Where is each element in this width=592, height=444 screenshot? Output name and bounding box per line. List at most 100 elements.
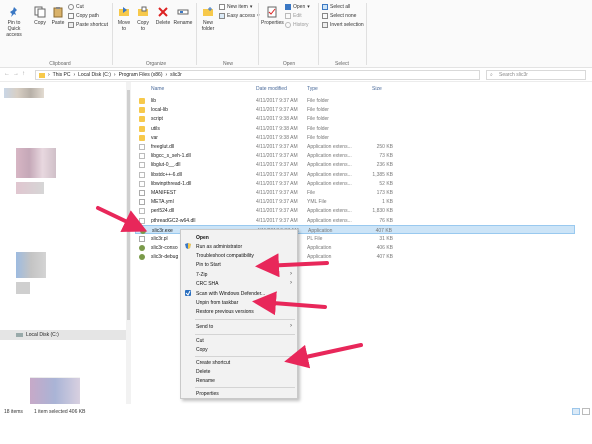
menu-item-unpin-taskbar[interactable]: Unpin from taskbar xyxy=(181,298,297,307)
move-to-button[interactable]: Move to xyxy=(116,6,132,32)
path-input[interactable]: › This PC › Local Disk (C:) › Program Fi… xyxy=(35,70,480,80)
file-row[interactable]: libglut-0__.dll 4/11/2017 9:37 AM Applicat… xyxy=(135,160,575,169)
file-size: 173 KB xyxy=(376,190,393,196)
search-input[interactable]: ⌕ Search slic3r xyxy=(486,70,586,80)
details-view-button[interactable] xyxy=(572,408,580,415)
menu-item-copy[interactable]: Copy xyxy=(181,345,297,354)
breadcrumb-this-pc[interactable]: This PC xyxy=(53,72,71,78)
file-row[interactable]: freeglut.dll 4/11/2017 9:37 AM Application… xyxy=(135,142,575,151)
menu-item-crc-sha[interactable]: CRC SHA › xyxy=(181,279,297,288)
ribbon-divider xyxy=(112,3,113,65)
nav-scrollbar-thumb[interactable] xyxy=(127,90,130,320)
file-type: Application extens... xyxy=(307,180,352,187)
file-row[interactable]: libgcc_s_seh-1.dll 4/11/2017 9:37 AM Appli… xyxy=(135,151,575,160)
ribbon-divider xyxy=(258,3,259,65)
forward-arrow-icon[interactable]: → xyxy=(13,71,19,77)
menu-item-7zip[interactable]: 7-Zip › xyxy=(181,270,297,279)
open-group-label: Open xyxy=(282,61,296,67)
new-folder-button[interactable]: New folder xyxy=(199,6,217,32)
folder-icon xyxy=(139,116,145,123)
file-row[interactable]: var 4/11/2017 9:38 AM File folder xyxy=(135,133,575,142)
menu-item-troubleshoot[interactable]: Troubleshoot compatibility xyxy=(181,251,297,260)
column-date[interactable]: Date modified xyxy=(256,86,287,92)
open-button[interactable]: Open ▾ xyxy=(285,4,310,10)
copy-button[interactable]: Copy xyxy=(32,6,48,26)
column-type[interactable]: Type xyxy=(307,86,318,92)
copy-path-button[interactable]: Copy path xyxy=(68,13,99,19)
menu-item-send-to[interactable]: Send to › xyxy=(181,322,297,331)
menu-item-restore-versions[interactable]: Restore previous versions xyxy=(181,307,297,316)
menu-item-rename[interactable]: Rename xyxy=(181,376,297,385)
menu-item-cut[interactable]: Cut xyxy=(181,336,297,345)
file-date: 4/11/2017 9:37 AM xyxy=(256,199,298,206)
up-arrow-icon[interactable]: ↑ xyxy=(22,71,25,77)
new-item-button[interactable]: New item ▾ xyxy=(219,4,252,10)
file-row[interactable]: perl524.dll 4/11/2017 9:37 AM Application … xyxy=(135,206,575,215)
file-size: 52 KB xyxy=(379,180,393,187)
clipboard-group-label: Clipboard xyxy=(49,61,71,67)
chevron-down-icon: ▾ xyxy=(249,4,253,10)
pin-quick-access-button[interactable]: Pin to Quick access xyxy=(3,6,25,38)
paste-icon xyxy=(53,7,63,18)
properties-button[interactable]: Properties xyxy=(261,6,284,26)
paste-button[interactable]: Paste xyxy=(50,6,66,26)
breadcrumb-slic3r[interactable]: slic3r xyxy=(170,72,182,78)
copy-path-icon xyxy=(68,13,74,19)
copy-path-label: Copy path xyxy=(76,13,99,19)
menu-item-pin-to-start[interactable]: Pin to Start xyxy=(181,260,297,269)
menu-item-run-as-admin[interactable]: Run as administrator xyxy=(181,242,297,251)
blurred-region xyxy=(16,282,30,294)
menu-item-scan-defender[interactable]: Scan with Windows Defender... xyxy=(181,289,297,298)
file-row[interactable]: libstdc++-6.dll 4/11/2017 9:37 AM Applicat… xyxy=(135,170,575,179)
menu-item-properties[interactable]: Properties xyxy=(181,389,297,398)
edit-button[interactable]: Edit xyxy=(285,13,302,19)
chevron-right-icon: › xyxy=(48,72,50,78)
file-row[interactable]: META.yml 4/11/2017 9:37 AM YML File 1 KB xyxy=(135,197,575,206)
new-folder-label: New folder xyxy=(201,20,215,32)
dll-file-icon xyxy=(139,162,145,169)
menu-item-delete[interactable]: Delete xyxy=(181,367,297,376)
file-type: Application extens... xyxy=(307,144,352,150)
file-date: 4/11/2017 9:37 AM xyxy=(256,180,298,187)
select-none-button[interactable]: Select none xyxy=(322,13,356,19)
file-row[interactable]: utils 4/11/2017 9:38 AM File folder xyxy=(135,124,575,133)
delete-button[interactable]: Delete xyxy=(154,6,172,26)
breadcrumb-program-files[interactable]: Program Files (x86) xyxy=(119,72,163,78)
file-type: File xyxy=(307,190,316,196)
invert-selection-button[interactable]: Invert selection xyxy=(322,22,364,28)
address-bar: ← → ↑ › This PC › Local Disk (C:) › Prog… xyxy=(0,68,592,82)
copy-to-button[interactable]: Copy to xyxy=(135,6,151,32)
file-type: PL File xyxy=(307,236,323,242)
rename-button[interactable]: Rename xyxy=(173,6,193,26)
file-row[interactable]: MANIFEST 4/11/2017 9:37 AM File 173 KB xyxy=(135,188,575,197)
menu-item-open[interactable]: Open xyxy=(181,233,297,242)
dll-file-icon xyxy=(139,153,145,160)
file-row[interactable]: script 4/11/2017 9:38 AM File folder xyxy=(135,114,575,123)
delete-label: Delete xyxy=(155,20,171,26)
select-all-button[interactable]: Select all xyxy=(322,4,350,10)
file-row[interactable]: pthreadGC2-w64.dll 4/11/2017 9:37 AM Appli… xyxy=(135,216,575,225)
chevron-right-icon: › xyxy=(113,72,116,78)
nav-item-local-disk[interactable]: Local Disk (C:) xyxy=(0,330,126,340)
properties-label: Properties xyxy=(261,20,284,26)
tiles-view-button[interactable] xyxy=(582,408,590,415)
context-menu: Open Run as administrator Troubleshoot c… xyxy=(180,229,298,399)
file-row[interactable]: libwinpthread-1.dll 4/11/2017 9:37 AM Appl… xyxy=(135,179,575,188)
file-name: freeglut.dll xyxy=(151,144,175,150)
file-name: libglut-0__.dll xyxy=(151,162,181,169)
breadcrumb-local-disk[interactable]: Local Disk (C:) xyxy=(78,72,111,78)
column-name[interactable]: Name xyxy=(151,86,164,92)
history-button[interactable]: History xyxy=(285,22,309,28)
easy-access-button[interactable]: Easy access ▾ xyxy=(219,13,260,19)
back-arrow-icon[interactable]: ← xyxy=(4,71,10,77)
file-row[interactable]: local-lib 4/11/2017 9:37 AM File folder xyxy=(135,105,575,114)
dll-file-icon xyxy=(139,144,145,150)
defender-icon xyxy=(185,290,191,296)
menu-item-create-shortcut[interactable]: Create shortcut xyxy=(181,358,297,367)
file-row[interactable]: lib 4/11/2017 9:37 AM File folder xyxy=(135,96,575,105)
column-size[interactable]: Size xyxy=(372,86,382,92)
move-to-label: Move to xyxy=(117,20,131,32)
paste-shortcut-button[interactable]: Paste shortcut xyxy=(68,22,108,28)
move-to-icon xyxy=(119,7,129,16)
cut-button[interactable]: Cut xyxy=(68,4,84,10)
